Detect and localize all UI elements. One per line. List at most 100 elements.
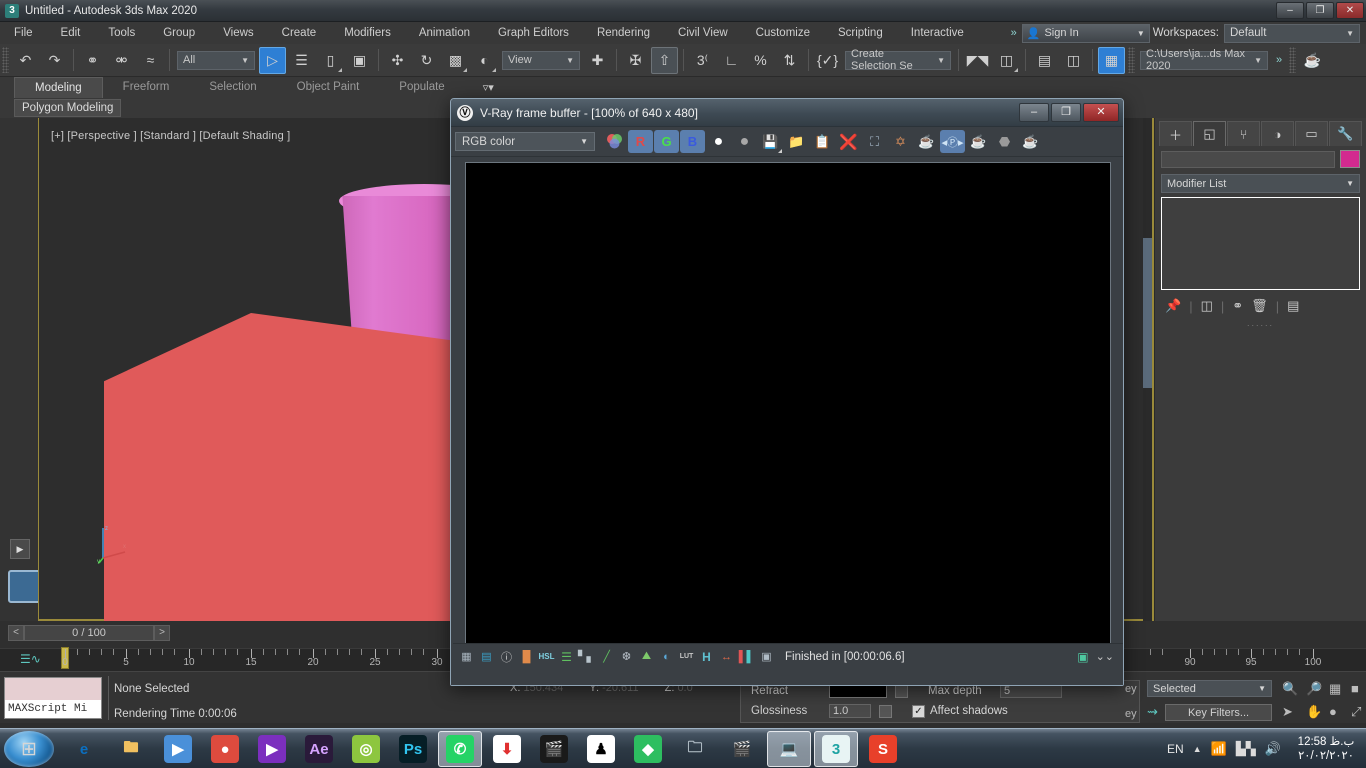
- material-editor-icon[interactable]: ☕: [1299, 47, 1326, 74]
- mirror-icon[interactable]: ◤◥: [964, 47, 991, 74]
- snowflake-icon[interactable]: ▣: [757, 647, 776, 666]
- save-image-icon[interactable]: 💾: [758, 130, 783, 153]
- viewport-vertical-scrollbar[interactable]: [1143, 118, 1152, 621]
- display-tab[interactable]: ▭: [1295, 121, 1328, 146]
- glossiness-map-button[interactable]: [879, 704, 892, 718]
- orbit-icon[interactable]: ●: [1329, 704, 1337, 719]
- snaps-toggle-3-icon[interactable]: 3⁽: [689, 47, 716, 74]
- background-icon[interactable]: ⛰: [637, 647, 656, 666]
- field-of-view-icon[interactable]: ➤: [1282, 704, 1293, 720]
- zoom-region-icon[interactable]: ■: [1351, 681, 1359, 696]
- lut-preview-icon[interactable]: ◐: [657, 647, 676, 666]
- scene-explorer-icon[interactable]: ◫: [1060, 47, 1087, 74]
- project-folder-icon[interactable]: ▦: [1098, 46, 1125, 74]
- angle-snap-toggle-icon[interactable]: ∟: [718, 47, 745, 74]
- pan-view-icon[interactable]: ✋: [1306, 704, 1322, 720]
- key-mode-dropdown[interactable]: Selected ▼: [1147, 680, 1272, 697]
- menu-item-customize[interactable]: Customize: [742, 22, 824, 44]
- max-depth-field[interactable]: 5: [1000, 684, 1062, 698]
- ribbon-tab-modeling[interactable]: Modeling: [14, 77, 103, 98]
- minimize-button[interactable]: –: [1276, 2, 1304, 19]
- zoom-icon[interactable]: 🔍: [1282, 681, 1298, 697]
- modifier-list-dropdown[interactable]: Modifier List ▼: [1161, 174, 1360, 193]
- monochrome-icon[interactable]: ●: [732, 130, 757, 153]
- key-tangent-icon[interactable]: ⇝: [1147, 704, 1158, 720]
- window-crossing-icon[interactable]: ▣: [346, 47, 373, 74]
- menu-item-views[interactable]: Views: [209, 22, 267, 44]
- edit-named-selection-sets-icon[interactable]: {✓}: [814, 47, 841, 74]
- key-filters-button[interactable]: Key Filters...: [1165, 704, 1272, 721]
- green-channel-icon[interactable]: G: [654, 130, 679, 153]
- taskbar-item-counter-strike[interactable]: ♟: [579, 731, 623, 767]
- taskbar-item-after-effects[interactable]: Ae: [297, 731, 341, 767]
- bars-icon[interactable]: ▌ ▌: [737, 647, 756, 666]
- current-frame-display[interactable]: 0 / 100: [24, 625, 154, 641]
- menu-item-interactive[interactable]: Interactive: [897, 22, 978, 44]
- project-path-dropdown[interactable]: C:\Users\ja...ds Max 2020 ▼: [1140, 48, 1268, 72]
- zoom-extents-icon[interactable]: ▦: [1329, 681, 1341, 697]
- color-corrections-icon[interactable]: █: [517, 647, 536, 666]
- blue-channel-icon[interactable]: B: [680, 130, 705, 153]
- select-and-scale-icon[interactable]: ▩: [442, 47, 469, 74]
- stop-render-icon[interactable]: ⬣: [992, 130, 1017, 153]
- taskbar-item-movie-maker[interactable]: ▶: [250, 731, 294, 767]
- render-last-icon[interactable]: ☕: [966, 130, 991, 153]
- menu-item-file[interactable]: File: [0, 22, 47, 44]
- curve-editor-icon[interactable]: ☰∿: [20, 652, 41, 666]
- refract-color-swatch[interactable]: [829, 684, 887, 698]
- taskbar-item-google-chrome[interactable]: ●: [203, 731, 247, 767]
- duplicate-vfb-icon[interactable]: ⛶: [862, 130, 887, 153]
- ribbon-tab-populate[interactable]: Populate: [379, 77, 464, 98]
- modifier-stack[interactable]: [1161, 197, 1360, 290]
- select-and-move-icon[interactable]: ✣: [384, 47, 411, 74]
- spinner-snap-toggle-icon[interactable]: ⇅: [776, 47, 803, 74]
- maxscript-output-pane[interactable]: [5, 678, 101, 700]
- select-and-manipulate-icon[interactable]: ✠: [622, 47, 649, 74]
- close-button[interactable]: ✕: [1336, 2, 1364, 19]
- levels-icon[interactable]: ▘▖: [577, 647, 596, 666]
- network-icon[interactable]: 📶: [1211, 741, 1227, 757]
- alpha-channel-icon[interactable]: ●: [706, 130, 731, 153]
- select-and-rotate-icon[interactable]: ↻: [413, 47, 440, 74]
- make-unique-icon[interactable]: ⚭: [1232, 298, 1243, 314]
- taskbar-item-3ds-max[interactable]: 3: [814, 731, 858, 767]
- volume-icon[interactable]: 🔊: [1265, 741, 1281, 757]
- history-icon[interactable]: ▦: [457, 647, 476, 666]
- horizontal-icon[interactable]: ↔: [717, 647, 736, 666]
- color-balance-icon[interactable]: ☰: [557, 647, 576, 666]
- exposure-icon[interactable]: ❆: [617, 647, 636, 666]
- menu-overflow-icon[interactable]: »: [1006, 27, 1022, 39]
- snaps-toggle-icon[interactable]: ⇧: [651, 46, 678, 74]
- zoom-all-icon[interactable]: 🔎: [1306, 681, 1322, 697]
- taskbar-item-snagit[interactable]: S: [861, 731, 905, 767]
- vfb-channel-dropdown[interactable]: RGB color ▼: [455, 132, 595, 151]
- curve-icon[interactable]: ╱: [597, 647, 616, 666]
- track-mouse-icon[interactable]: ✡: [888, 130, 913, 153]
- menu-item-edit[interactable]: Edit: [47, 22, 95, 44]
- pin-stack-icon[interactable]: 📌: [1165, 298, 1181, 314]
- taskbar-item-evernote[interactable]: ◆: [626, 731, 670, 767]
- maxscript-mini-listener[interactable]: MAXScript Mi: [4, 677, 102, 719]
- unlink-selection-icon[interactable]: ⚮: [108, 47, 135, 74]
- vray-frame-buffer-window[interactable]: Ⓥ V-Ray frame buffer - [100% of 640 x 48…: [450, 98, 1124, 686]
- lut-icon[interactable]: LUT: [677, 647, 696, 666]
- affect-shadows-checkbox[interactable]: ✓: [912, 704, 925, 718]
- select-by-name-icon[interactable]: ☰: [288, 47, 315, 74]
- clear-image-icon[interactable]: ❌: [836, 130, 861, 153]
- start-button[interactable]: ⊞: [4, 731, 54, 767]
- red-channel-icon[interactable]: R: [628, 130, 653, 153]
- ribbon-tab-object-paint[interactable]: Object Paint: [277, 77, 380, 98]
- glossiness-field[interactable]: 1.0: [829, 704, 871, 718]
- modify-tab[interactable]: ◱: [1193, 121, 1226, 146]
- menu-item-create[interactable]: Create: [268, 22, 331, 44]
- stereo-icon[interactable]: ◂Ⓟ▸: [940, 130, 965, 153]
- motion-tab[interactable]: ◑: [1261, 121, 1294, 146]
- create-tab[interactable]: ＋: [1159, 121, 1192, 146]
- object-name-field[interactable]: [1161, 150, 1335, 168]
- vfb-resize-grip[interactable]: [451, 671, 1123, 685]
- taskbar-item-internet-explorer[interactable]: e: [62, 731, 106, 767]
- utilities-tab[interactable]: 🔧: [1329, 121, 1362, 146]
- clock[interactable]: 12:58 ب.ظ ٢٠/٠٢/٢٠٢٠: [1290, 735, 1362, 763]
- rectangular-selection-region-icon[interactable]: ▯: [317, 47, 344, 74]
- vfb-maximize-button[interactable]: ❐: [1051, 103, 1081, 122]
